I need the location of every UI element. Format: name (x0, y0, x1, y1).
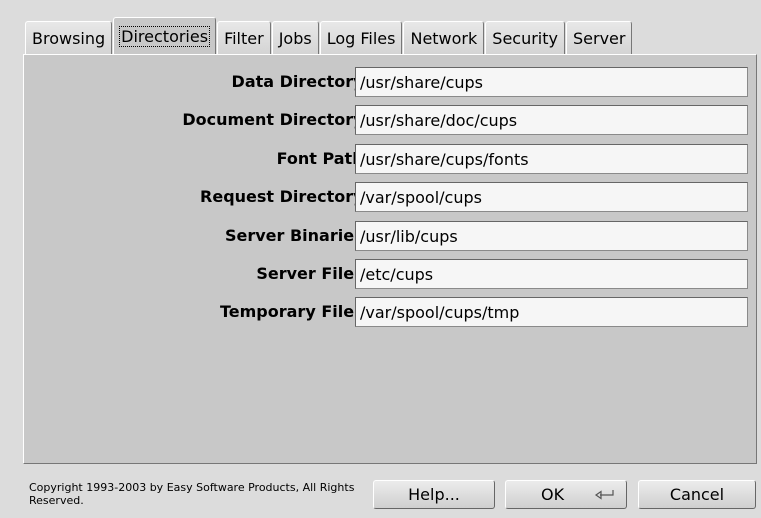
temporary-files-label: Temporary Files: (219, 302, 370, 321)
tab-server[interactable]: Server (565, 21, 633, 54)
tab-label: Directories (119, 26, 211, 47)
request-directory-label: Request Directory: (200, 187, 370, 206)
tab-filter[interactable]: Filter (217, 21, 271, 54)
temporary-files-input[interactable] (355, 297, 748, 327)
copyright-text: Copyright 1993-2003 by Easy Software Pro… (29, 481, 355, 507)
server-binaries-label: Server Binaries: (224, 226, 370, 245)
tab-label: Network (410, 29, 478, 48)
font-path-row: Font Path: (24, 144, 758, 174)
server-files-input[interactable] (355, 259, 748, 289)
temporary-files-row: Temporary Files: (24, 297, 758, 327)
help-button[interactable]: Help... (373, 480, 495, 509)
tab-label: Server (572, 29, 626, 48)
server-binaries-row: Server Binaries: (24, 221, 758, 251)
data-directory-row: Data Directory: (24, 67, 758, 97)
tab-label: Security (492, 29, 558, 48)
server-files-row: Server Files: (24, 259, 758, 289)
server-binaries-input[interactable] (355, 221, 748, 251)
ok-button-label: OK (541, 485, 565, 504)
tab-label: Jobs (278, 29, 312, 48)
document-directory-label: Document Directory: (182, 110, 370, 129)
cancel-button-label: Cancel (669, 485, 725, 504)
font-path-input[interactable] (355, 144, 748, 174)
tab-security[interactable]: Security (485, 21, 565, 54)
tab-label: Browsing (32, 29, 106, 48)
tab-bar: Browsing Directories Filter Jobs Log Fil… (25, 17, 633, 54)
data-directory-input[interactable] (355, 67, 748, 97)
help-button-label: Help... (408, 485, 460, 504)
ok-button[interactable]: OK (505, 480, 627, 509)
tab-label: Log Files (326, 29, 396, 48)
tab-jobs[interactable]: Jobs (271, 21, 319, 54)
server-files-label: Server Files: (256, 264, 370, 283)
request-directory-row: Request Directory: (24, 182, 758, 212)
request-directory-input[interactable] (355, 182, 748, 212)
return-key-icon (594, 490, 614, 500)
tab-label: Filter (224, 29, 264, 48)
tab-log-files[interactable]: Log Files (319, 21, 403, 54)
tab-network[interactable]: Network (403, 21, 485, 54)
document-directory-input[interactable] (355, 105, 748, 135)
data-directory-label: Data Directory: (231, 72, 370, 91)
tab-browsing[interactable]: Browsing (25, 21, 113, 54)
cancel-button[interactable]: Cancel (638, 480, 756, 509)
tab-directories[interactable]: Directories (113, 17, 217, 54)
directories-panel: Data Directory: Document Directory: Font… (23, 54, 757, 464)
document-directory-row: Document Directory: (24, 105, 758, 135)
